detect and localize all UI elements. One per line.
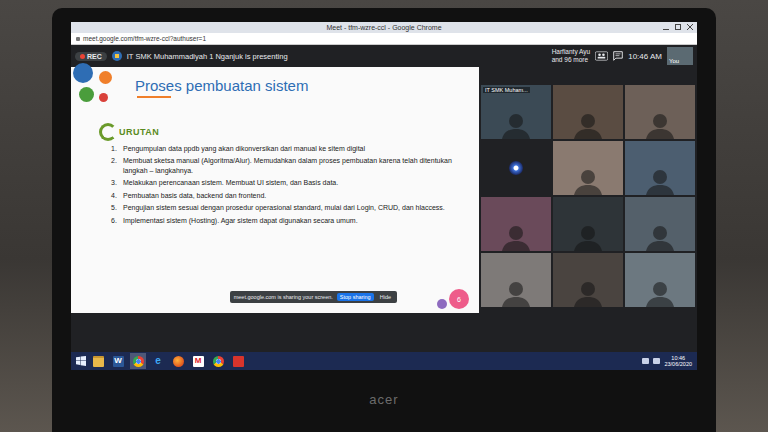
meeting-content: Proses pembuatan sistem URUTAN 1.Pengumpul… — [71, 67, 697, 313]
taskbar-app[interactable] — [130, 353, 146, 369]
person-icon — [640, 277, 680, 307]
clock-time: 10:46 — [671, 355, 685, 361]
share-toast: meet.google.com is sharing your screen. S… — [230, 291, 397, 303]
step-item: 4.Pembuatan basis data, backend dan fron… — [111, 191, 469, 200]
brand-logo: acer — [369, 392, 398, 407]
step-item: 5.Pengujian sistem sesuai dengan prosedu… — [111, 203, 469, 212]
taskbar-app[interactable]: e — [150, 353, 166, 369]
firefox-icon — [173, 356, 184, 367]
participant-tile[interactable] — [481, 197, 551, 251]
title-underline — [137, 96, 171, 98]
network-icon[interactable] — [642, 358, 649, 364]
participant-tile[interactable] — [481, 253, 551, 307]
person-icon — [496, 221, 536, 251]
meet-top-bar: REC IT SMK Muhammadiyah 1 Nganjuk is pres… — [71, 45, 697, 67]
person-icon — [568, 165, 608, 195]
people-icon[interactable] — [595, 51, 608, 61]
volume-icon[interactable] — [653, 358, 660, 364]
participant-tile[interactable] — [553, 197, 623, 251]
meet-bottom-area — [71, 313, 697, 352]
taskbar-app[interactable] — [90, 353, 106, 369]
window-title: Meet - tfm-wzre-ccl - Google Chrome — [326, 24, 441, 31]
pdf-icon — [233, 356, 244, 367]
stop-sharing-button[interactable]: Stop sharing — [337, 293, 374, 301]
screen: Meet - tfm-wzre-ccl - Google Chrome meet.… — [71, 22, 697, 370]
self-tile: You — [667, 47, 693, 65]
clock[interactable]: 10:4623/06/2020 — [664, 355, 692, 368]
participant-more: and 96 more — [552, 56, 591, 64]
decor-dots-icon — [71, 67, 123, 111]
maximize-icon[interactable] — [675, 24, 681, 30]
photo-scene: Meet - tfm-wzre-ccl - Google Chrome meet.… — [0, 0, 768, 432]
chrome-icon — [133, 356, 144, 367]
slide-title: Proses pembuatan sistem — [135, 77, 308, 94]
windows-start-icon[interactable] — [76, 356, 86, 366]
taskbar-app[interactable]: W — [110, 353, 126, 369]
address-bar[interactable]: meet.google.com/tfm-wzre-ccl?authuser=1 — [71, 33, 697, 45]
ie-icon: e — [153, 356, 164, 367]
lock-icon — [76, 37, 80, 41]
person-icon — [640, 109, 680, 139]
school-logo-icon — [112, 51, 122, 61]
person-icon — [568, 277, 608, 307]
title-bar: Meet - tfm-wzre-ccl - Google Chrome — [71, 22, 697, 33]
heading-text: URUTAN — [119, 127, 159, 137]
person-icon — [568, 221, 608, 251]
taskbar: We M 10:4623/06/2020 — [71, 352, 697, 370]
chrome-icon — [213, 356, 224, 367]
section-heading: URUTAN — [71, 111, 469, 141]
taskbar-app[interactable]: M — [190, 353, 206, 369]
participant-tile[interactable] — [481, 141, 551, 195]
mendeley-icon: M — [193, 356, 204, 367]
person-icon — [640, 221, 680, 251]
close-icon[interactable] — [687, 24, 693, 30]
person-icon — [496, 109, 536, 139]
word-icon: W — [113, 356, 124, 367]
participant-tile[interactable] — [625, 85, 695, 139]
page-number: 6 — [449, 289, 469, 309]
participant-gallery: IT SMK Muham... — [479, 67, 697, 313]
participant-tile[interactable]: IT SMK Muham... — [481, 85, 551, 139]
person-icon — [640, 165, 680, 195]
system-tray: 10:4623/06/2020 — [642, 355, 692, 368]
presentation-slide: Proses pembuatan sistem URUTAN 1.Pengumpul… — [71, 67, 479, 313]
step-item: 3.Melakukan perencanaan sistem. Membuat … — [111, 178, 469, 187]
participant-name: Harfianty Ayu — [552, 48, 591, 56]
step-item: 6.Implementasi sistem (Hosting). Agar si… — [111, 216, 469, 225]
participant-tile[interactable] — [625, 197, 695, 251]
meeting-time: 10:46 AM — [628, 52, 662, 61]
participant-tile[interactable] — [553, 141, 623, 195]
url[interactable]: meet.google.com/tfm-wzre-ccl?authuser=1 — [83, 35, 206, 42]
presenting-label: IT SMK Muhammadiyah 1 Nganjuk is present… — [127, 52, 288, 61]
taskbar-app[interactable] — [170, 353, 186, 369]
minimize-icon[interactable] — [663, 24, 669, 30]
taskbar-app[interactable] — [230, 353, 246, 369]
participant-tile[interactable] — [625, 253, 695, 307]
participant-tile[interactable] — [625, 141, 695, 195]
laptop-bezel: Meet - tfm-wzre-ccl - Google Chrome meet.… — [52, 8, 716, 432]
taskbar-app[interactable] — [210, 353, 226, 369]
chat-icon[interactable] — [613, 51, 623, 61]
rec-badge: REC — [75, 52, 107, 61]
toast-message: meet.google.com is sharing your screen. — [234, 294, 333, 300]
steps-list: 1.Pengumpulan data ppdb yang akan dikonv… — [71, 141, 469, 225]
step-item: 2.Membuat sketsa manual (Algoritma/Alur)… — [111, 156, 469, 175]
person-icon — [496, 277, 536, 307]
explorer-icon — [93, 356, 104, 367]
participant-tile[interactable] — [553, 85, 623, 139]
avatar-icon — [509, 161, 523, 175]
rec-dot-icon — [80, 54, 85, 59]
participant-tile[interactable] — [553, 253, 623, 307]
self-label: You — [669, 58, 679, 64]
page-badge: 6 — [437, 289, 469, 309]
participants[interactable]: Harfianty Ayuand 96 more — [552, 48, 591, 64]
slide-header: Proses pembuatan sistem — [71, 67, 469, 111]
tile-label: IT SMK Muham... — [483, 87, 530, 93]
clock-date: 23/06/2020 — [664, 361, 692, 367]
person-icon — [568, 109, 608, 139]
window-controls — [663, 24, 693, 30]
c-ring-icon — [99, 123, 117, 141]
step-item: 1.Pengumpulan data ppdb yang akan dikonv… — [111, 144, 469, 153]
hide-button[interactable]: Hide — [378, 293, 393, 301]
